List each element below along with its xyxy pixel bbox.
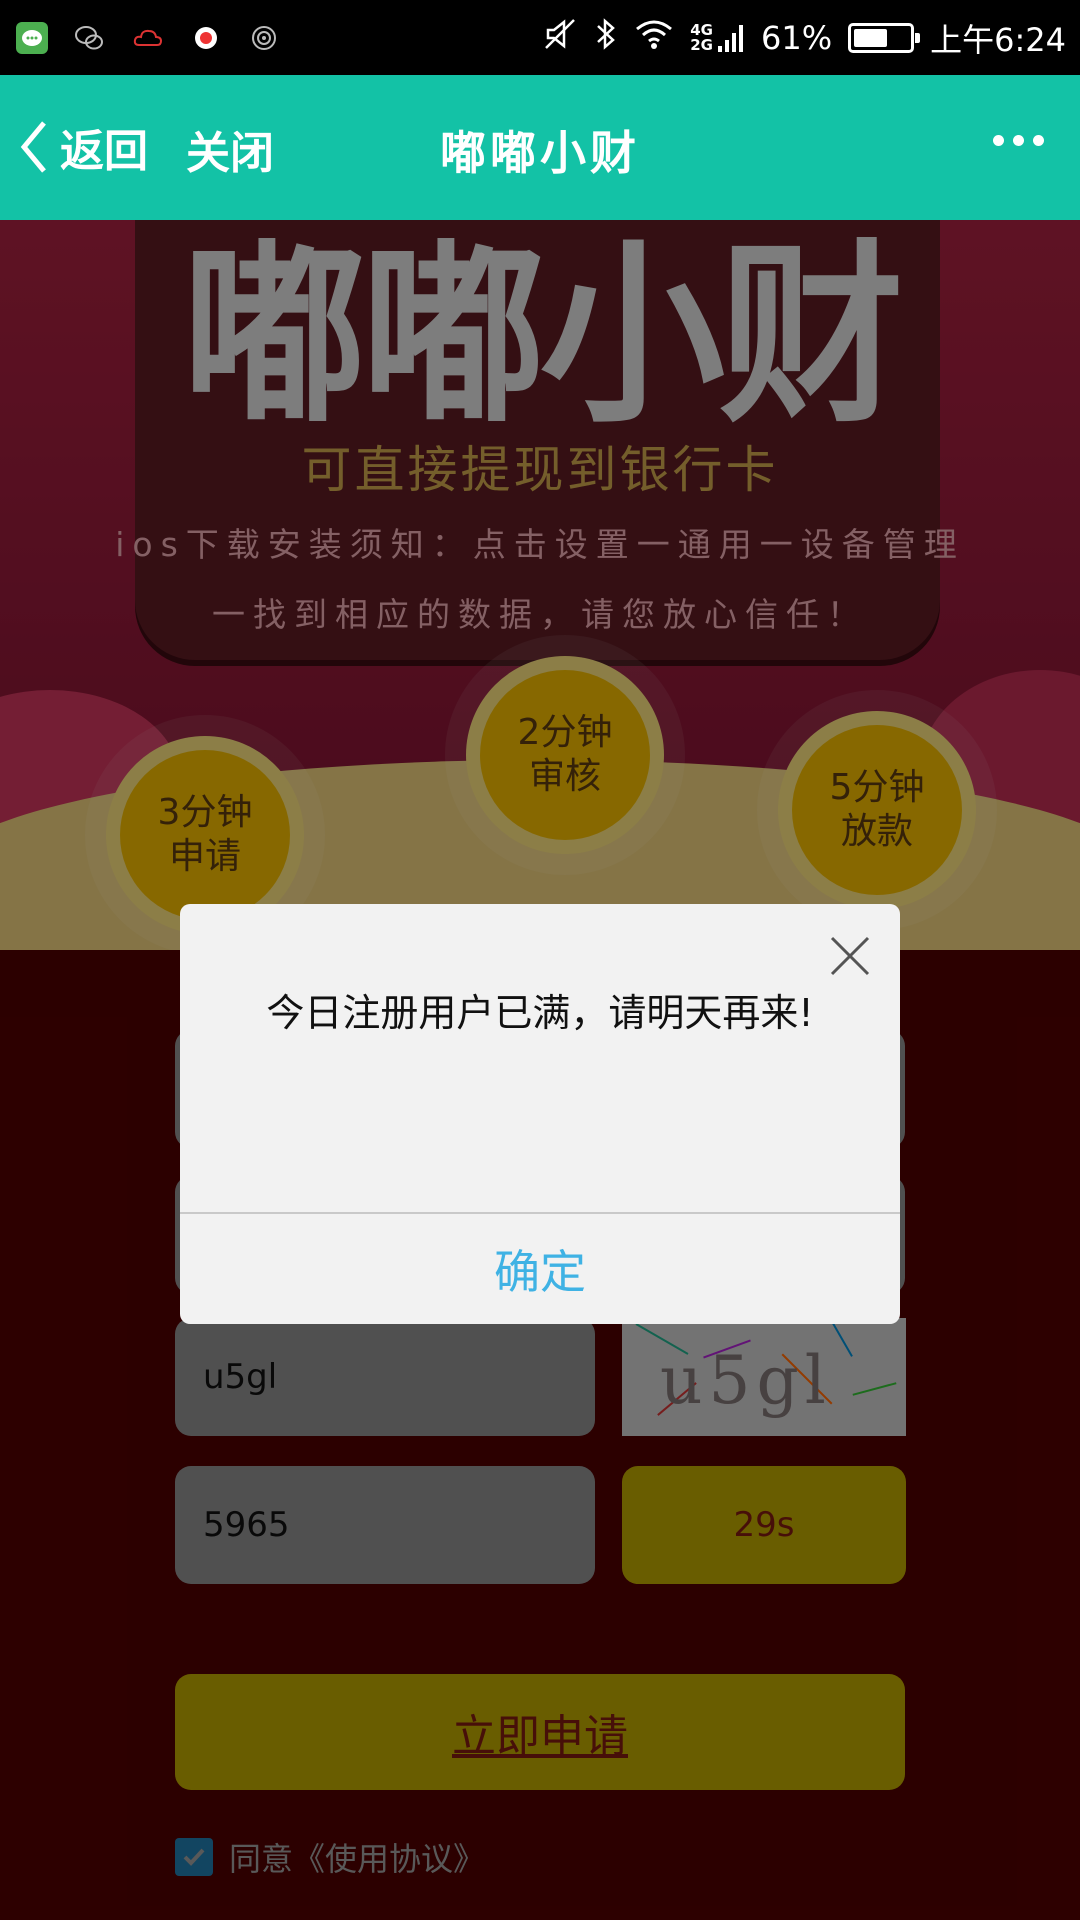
- status-bar: 4G 2G 61% 上午6:24: [0, 0, 1080, 75]
- battery-icon: [848, 22, 921, 53]
- title-bar: 返回 关闭 嘟嘟小财: [0, 75, 1080, 220]
- wechat-icon: [72, 20, 108, 56]
- battery-percent: 61%: [761, 18, 833, 57]
- page-title: 嘟嘟小财: [440, 126, 640, 180]
- wifi-icon: [634, 17, 674, 59]
- dialog-message: 今日注册用户已满，请明天再来!: [266, 991, 814, 1035]
- bluetooth-icon: [594, 16, 618, 60]
- cloud-icon: [130, 20, 166, 56]
- network-type-label: 4G 2G: [690, 20, 713, 54]
- battery-fill: [854, 28, 888, 47]
- close-icon[interactable]: [830, 936, 870, 976]
- confirm-button[interactable]: 确定: [180, 1214, 900, 1324]
- message-app-icon: [14, 20, 50, 56]
- signal-icon: 4G 2G: [690, 22, 745, 54]
- alert-dialog: 今日注册用户已满，请明天再来! 确定: [180, 904, 900, 1324]
- clock: 上午6:24: [930, 20, 1066, 59]
- more-dots-icon[interactable]: [993, 135, 1044, 146]
- sync-icon: [246, 20, 282, 56]
- record-icon: [188, 20, 224, 56]
- mute-icon: [542, 16, 578, 60]
